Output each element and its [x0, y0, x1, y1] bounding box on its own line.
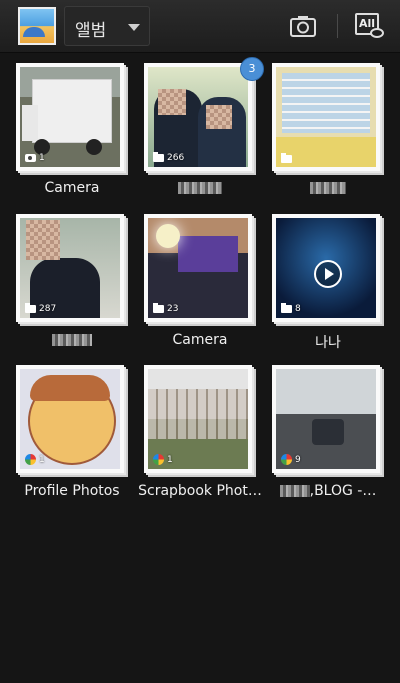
album-thumbnail: 8 [276, 218, 376, 318]
album-tile-selfie[interactable]: 266 3 [144, 57, 264, 175]
album-count: 266 [167, 153, 185, 163]
album-thumbnail: 287 [20, 218, 120, 318]
eye-icon [370, 28, 384, 38]
album-label-obscured [8, 332, 136, 348]
album-label: Camera [172, 332, 228, 348]
album-label-text: ,BLOG -… [309, 483, 377, 499]
gallery-app-icon[interactable] [18, 7, 56, 45]
album-count: 287 [39, 304, 57, 314]
album-view-dropdown[interactable]: 앨범 [64, 6, 150, 46]
album-tile-profile-photos[interactable]: 1 [16, 365, 128, 477]
album-thumbnail [276, 67, 376, 167]
album-thumbnail: 1 [20, 67, 120, 167]
album-count: 9 [295, 454, 301, 465]
folder-icon [25, 303, 36, 313]
album-count: 8 [295, 304, 301, 314]
album-count: 1 [167, 454, 173, 465]
view-all-button[interactable]: All [352, 10, 386, 42]
album-count: 1 [39, 153, 45, 163]
action-bar: 앨범 All [0, 0, 400, 53]
picasa-icon [153, 454, 164, 465]
folder-icon [153, 152, 164, 162]
album-label: Camera [44, 180, 100, 196]
camera-icon [290, 16, 316, 37]
folder-icon [281, 303, 292, 313]
album-tile-camera[interactable]: 1 [16, 63, 128, 175]
folder-icon [153, 303, 164, 313]
picasa-icon [25, 454, 36, 465]
album-thumbnail: 1 [20, 369, 120, 469]
album-thumbnail: 9 [276, 369, 376, 469]
camera-button[interactable] [286, 10, 320, 42]
chevron-down-icon [128, 24, 140, 31]
album-thumbnail: 266 [148, 67, 248, 167]
album-label: Profile Photos [24, 483, 120, 499]
album-tile-scrapbook[interactable]: 1 [144, 365, 256, 477]
album-label: Scrapbook Phot… [138, 483, 262, 499]
album-thumbnail: 23 [148, 218, 248, 318]
camera-icon [25, 154, 36, 162]
album-label-obscured [136, 180, 264, 196]
album-count: 23 [167, 304, 179, 314]
new-items-badge: 3 [240, 57, 264, 81]
album-tile-portrait[interactable]: 287 [16, 214, 128, 326]
picasa-icon [281, 454, 292, 465]
play-icon [314, 260, 342, 288]
album-tile-nana[interactable]: 8 [272, 214, 384, 326]
album-thumbnail: 1 [148, 369, 248, 469]
album-label: ,BLOG -… [264, 483, 392, 499]
album-tile-blog[interactable]: 9 [272, 365, 384, 477]
album-label-obscured [264, 180, 392, 196]
folder-icon [281, 153, 292, 163]
album-label: 나나 [315, 335, 341, 351]
album-tile-sheet[interactable] [272, 63, 384, 175]
album-view-label: 앨범 [75, 21, 107, 41]
album-count: 1 [39, 454, 45, 465]
toolbar-divider [337, 14, 338, 38]
album-tile-camera-2[interactable]: 23 [144, 214, 256, 326]
